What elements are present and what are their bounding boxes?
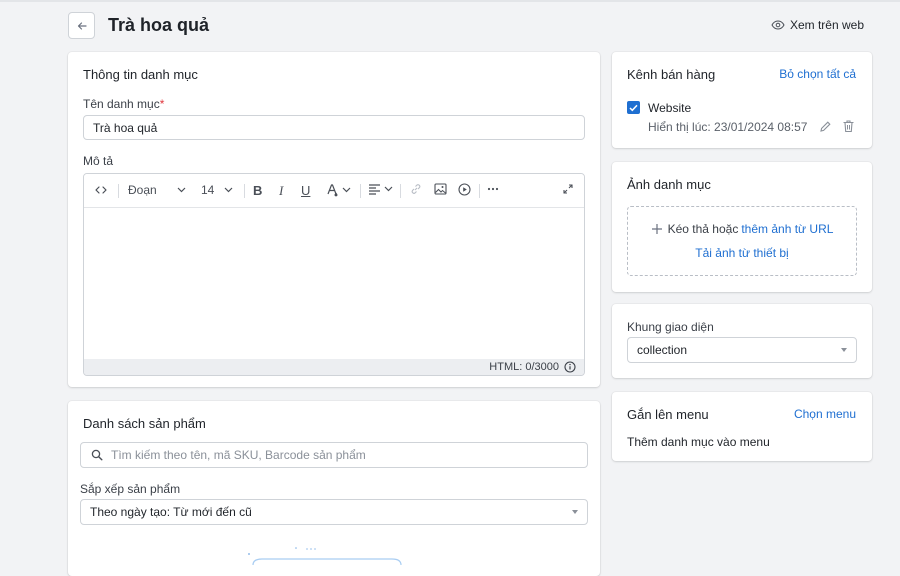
top-border [0,0,900,2]
category-image-title: Ảnh danh mục [627,177,711,192]
menu-description: Thêm danh mục vào menu [627,435,770,449]
category-name-input[interactable]: Trà hoa quả [83,115,585,140]
paragraph-format-value: Đoạn [128,183,157,197]
description-label: Mô tả [83,154,114,168]
upload-from-device-link[interactable]: Tải ảnh từ thiết bị [628,246,856,260]
choose-menu-link[interactable]: Chọn menu [794,407,856,421]
chevron-down-icon [224,187,233,193]
eye-icon [771,20,785,30]
product-search-placeholder: Tìm kiếm theo tên, mã SKU, Barcode sản p… [111,448,366,462]
product-list-title: Danh sách sản phẩm [83,416,206,431]
plus-icon [651,224,662,234]
more-options-icon[interactable] [487,183,499,195]
template-label: Khung giao diện [627,320,714,334]
category-image-card: Ảnh danh mục Kéo thả hoặc thêm ảnh từ UR… [612,162,872,292]
view-on-web-link[interactable]: Xem trên web [771,18,864,32]
sort-select-value: Theo ngày tạo: Từ mới đến cũ [90,505,252,519]
deselect-all-link[interactable]: Bỏ chọn tất cả [779,67,856,81]
template-select-value: collection [637,343,688,357]
template-select[interactable]: collection [627,337,857,363]
caret-down-icon [841,348,847,352]
toolbar-divider [118,184,119,198]
page-header: Trà hoa quả Xem trên web [68,12,868,40]
toolbar-divider [360,184,361,198]
toolbar-divider [479,184,480,198]
back-button[interactable] [68,12,95,39]
display-time-text: Hiển thị lúc: 23/01/2024 08:57 [648,120,808,134]
fullscreen-icon[interactable] [562,183,574,195]
sales-channel-card: Kênh bán hàng Bỏ chọn tất cả Website Hiể… [612,52,872,148]
chevron-down-icon [177,187,186,193]
image-dropzone[interactable]: Kéo thả hoặc thêm ảnh từ URL Tải ảnh từ … [627,206,857,276]
editor-footer: HTML: 0/3000 [84,359,584,375]
required-mark: * [159,97,165,111]
italic-icon[interactable]: I [279,183,283,199]
editor-content-area[interactable] [84,208,584,359]
sort-select[interactable]: Theo ngày tạo: Từ mới đến cũ [80,499,588,525]
align-icon[interactable] [368,183,393,195]
caret-down-icon [572,510,578,514]
toolbar-divider [244,184,245,198]
add-image-url-link[interactable]: thêm ảnh từ URL [741,222,833,236]
link-icon[interactable] [410,183,422,195]
chevron-down-icon [342,187,351,193]
bold-icon[interactable]: B [253,183,262,198]
template-card: Khung giao diện collection [612,304,872,378]
text-color-icon[interactable] [325,183,351,197]
empty-state-illustration [248,547,402,565]
chevron-down-icon [384,186,393,192]
video-icon[interactable] [458,183,471,196]
sales-channel-title: Kênh bán hàng [627,67,716,82]
category-name-label: Tên danh mục* [83,97,164,111]
dropzone-primary-line: Kéo thả hoặc thêm ảnh từ URL [628,222,856,236]
editor-toolbar: Đoạn 14 B I U [84,174,584,208]
paragraph-format-select[interactable]: Đoạn [128,183,186,197]
view-on-web-label: Xem trên web [789,18,864,32]
html-counter: HTML: 0/3000 [489,361,559,373]
drag-drop-text: Kéo thả hoặc [667,222,739,236]
product-search-input[interactable]: Tìm kiếm theo tên, mã SKU, Barcode sản p… [80,442,588,468]
category-info-title: Thông tin danh mục [83,67,198,82]
underline-icon[interactable]: U [301,183,310,198]
website-checkbox[interactable] [627,101,640,114]
code-view-icon[interactable] [94,183,108,197]
menu-card: Gắn lên menu Chọn menu Thêm danh mục vào… [612,392,872,461]
trash-icon[interactable] [842,119,855,133]
image-icon[interactable] [434,183,447,195]
page-title: Trà hoa quả [108,15,210,35]
website-channel-label: Website [648,101,692,115]
check-icon [629,104,638,111]
search-icon [91,449,103,461]
toolbar-divider [400,184,401,198]
edit-icon[interactable] [819,120,832,133]
description-editor: Đoạn 14 B I U HTML: 0/3000 [83,173,585,376]
product-list-card: Danh sách sản phẩm Tìm kiếm theo tên, mã… [68,401,600,576]
arrow-left-icon [77,21,87,30]
font-size-value: 14 [201,183,215,197]
category-name-label-text: Tên danh mục [83,97,160,111]
category-name-value: Trà hoa quả [93,120,158,135]
category-info-card: Thông tin danh mục Tên danh mục* Trà hoa… [68,52,600,387]
menu-title: Gắn lên menu [627,407,709,422]
info-icon[interactable] [564,361,576,373]
sort-label: Sắp xếp sản phẩm [80,482,181,496]
font-size-select[interactable]: 14 [201,183,233,197]
